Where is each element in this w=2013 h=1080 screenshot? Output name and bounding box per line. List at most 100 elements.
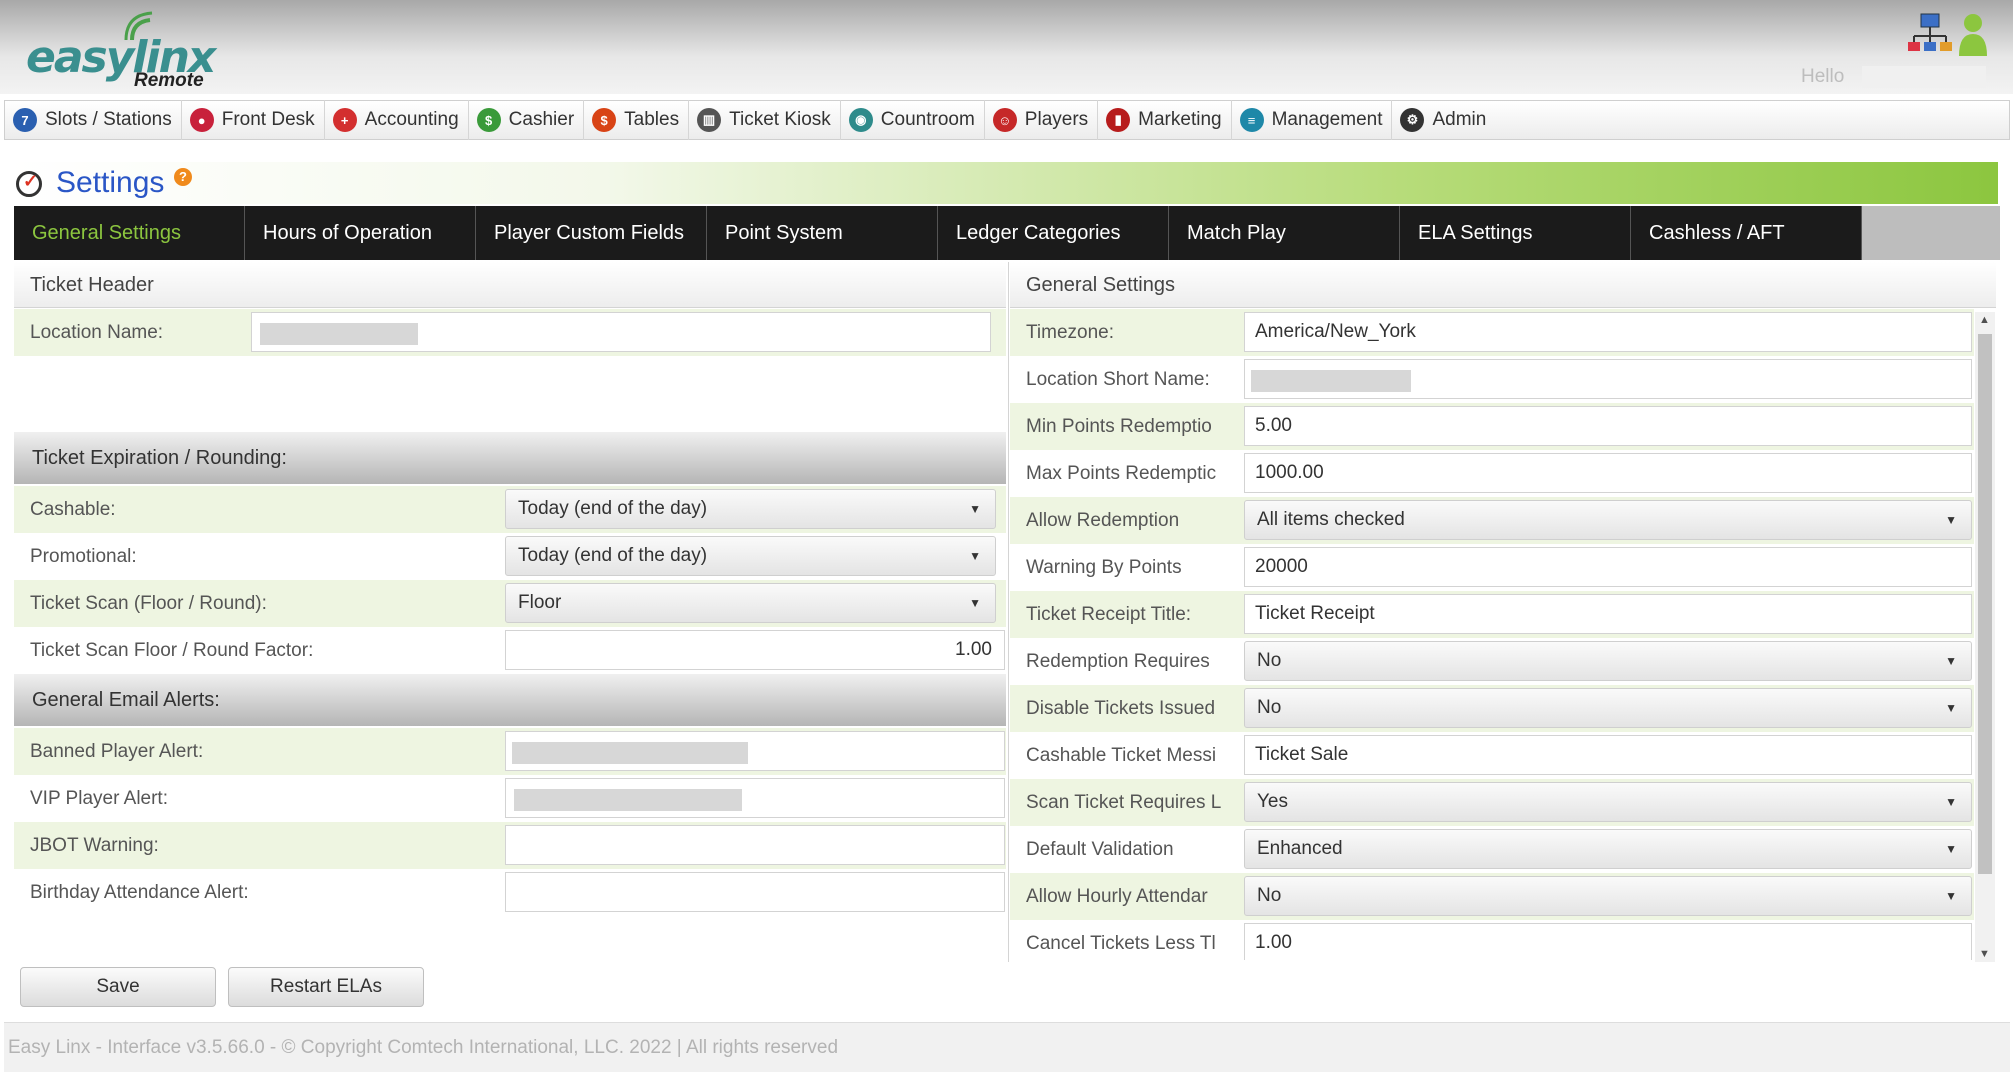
accounting-icon: + — [332, 108, 357, 132]
tab-general-settings[interactable]: General Settings — [14, 206, 245, 260]
redemption-requires-select[interactable]: No ▼ — [1244, 641, 1972, 681]
cashable-message-input[interactable]: Ticket Sale — [1244, 735, 1972, 775]
dropdown-arrow-icon: ▼ — [969, 596, 981, 610]
promotional-select[interactable]: Today (end of the day) ▼ — [505, 536, 996, 576]
dropdown-arrow-icon: ▼ — [1945, 889, 1957, 903]
players-icon: ☺ — [992, 108, 1017, 132]
footer-copyright: Easy Linx - Interface v3.5.66.0 - © Copy… — [4, 1022, 2010, 1072]
redacted-value — [512, 742, 748, 764]
cashable-row: Cashable: Today (end of the day) ▼ — [14, 486, 1006, 533]
dropdown-arrow-icon: ▼ — [1945, 654, 1957, 668]
default-validation-value: Enhanced — [1257, 838, 1343, 859]
tab-ledger-categories[interactable]: Ledger Categories — [938, 206, 1169, 260]
timezone-label: Timezone: — [1026, 322, 1114, 343]
default-validation-label: Default Validation — [1026, 839, 1174, 860]
receipt-title-input[interactable]: Ticket Receipt — [1244, 594, 1972, 634]
nav-label: Front Desk — [221, 109, 315, 130]
allow-redemption-label: Allow Redemption — [1026, 510, 1180, 531]
nav-label: Players — [1024, 109, 1089, 130]
cancel-tickets-label: Cancel Tickets Less Tl — [1026, 933, 1216, 954]
scroll-down-arrow-icon[interactable]: ▼ — [1979, 948, 1990, 960]
tab-player-custom-fields[interactable]: Player Custom Fields — [476, 206, 707, 260]
nav-label: Ticket Kiosk — [729, 109, 831, 130]
tab-match-play[interactable]: Match Play — [1169, 206, 1400, 260]
tabs-filler — [1862, 206, 2000, 260]
cashable-select[interactable]: Today (end of the day) ▼ — [505, 489, 996, 529]
dropdown-arrow-icon: ▼ — [1945, 513, 1957, 527]
timezone-row: Timezone: America/New_York — [1010, 309, 1974, 356]
scroll-up-arrow-icon[interactable]: ▲ — [1979, 314, 1990, 326]
network-icon[interactable] — [1908, 12, 1952, 58]
greeting-text: Hello — [1801, 66, 1845, 87]
hourly-attendance-row: Allow Hourly Attendar No ▼ — [1010, 873, 1974, 920]
location-name-label: Location Name: — [30, 322, 164, 343]
nav-admin[interactable]: ⚙ Admin — [1392, 100, 1495, 140]
birthday-alert-input[interactable] — [505, 872, 1005, 912]
right-panel-scrollbar[interactable]: ▲ ▼ — [1975, 312, 1995, 962]
promotional-value: Today (end of the day) — [518, 545, 708, 566]
banned-player-input[interactable] — [505, 731, 1005, 771]
logo-subtitle: Remote — [134, 70, 204, 91]
nav-label: Admin — [1432, 109, 1487, 130]
warning-points-input[interactable]: 20000 — [1244, 547, 1972, 587]
nav-label: Countroom — [880, 109, 975, 130]
disable-tickets-value: No — [1257, 697, 1282, 718]
help-icon[interactable]: ? — [174, 168, 192, 186]
disable-tickets-select[interactable]: No ▼ — [1244, 688, 1972, 728]
nav-players[interactable]: ☺ Players — [985, 100, 1099, 140]
vip-player-input[interactable] — [505, 778, 1005, 818]
scan-requires-value: Yes — [1257, 791, 1288, 812]
management-icon: ≡ — [1239, 108, 1264, 132]
scan-requires-select[interactable]: Yes ▼ — [1244, 782, 1972, 822]
allow-redemption-select[interactable]: All items checked ▼ — [1244, 500, 1972, 540]
scrollbar-thumb[interactable] — [1978, 334, 1992, 874]
min-points-input[interactable]: 5.00 — [1244, 406, 1972, 446]
tab-ela-settings[interactable]: ELA Settings — [1400, 206, 1631, 260]
nav-countroom[interactable]: ◉ Countroom — [841, 100, 985, 140]
default-validation-row: Default Validation Enhanced ▼ — [1010, 826, 1974, 873]
nav-cashier[interactable]: $ Cashier — [469, 100, 585, 140]
max-points-input[interactable]: 1000.00 — [1244, 453, 1972, 493]
default-validation-select[interactable]: Enhanced ▼ — [1244, 829, 1972, 869]
nav-tables[interactable]: $ Tables — [584, 100, 690, 140]
disable-tickets-row: Disable Tickets Issued No ▼ — [1010, 685, 1974, 732]
banned-player-row: Banned Player Alert: — [14, 728, 1006, 775]
nav-label: Slots / Stations — [45, 109, 172, 130]
nav-slots-stations[interactable]: 7 Slots / Stations — [5, 100, 182, 140]
short-name-input[interactable] — [1244, 359, 1972, 399]
redacted-value — [260, 323, 418, 345]
nav-management[interactable]: ≡ Management — [1232, 100, 1393, 140]
vip-player-row: VIP Player Alert: — [14, 775, 1006, 822]
jbot-warning-input[interactable] — [505, 825, 1005, 865]
cancel-tickets-row: Cancel Tickets Less Tl 1.00 — [1010, 920, 1974, 960]
tab-hours-of-operation[interactable]: Hours of Operation — [245, 206, 476, 260]
nav-front-desk[interactable]: ● Front Desk — [182, 100, 325, 140]
save-button[interactable]: Save — [20, 967, 216, 1007]
nav-accounting[interactable]: + Accounting — [325, 100, 469, 140]
admin-icon: ⚙ — [1400, 108, 1425, 132]
nav-marketing[interactable]: ▮ Marketing — [1098, 100, 1232, 140]
birthday-alert-row: Birthday Attendance Alert: — [14, 869, 1006, 916]
birthday-alert-label: Birthday Attendance Alert: — [30, 882, 249, 903]
tab-cashless-aft[interactable]: Cashless / AFT — [1631, 206, 1862, 260]
ticket-scan-select[interactable]: Floor ▼ — [505, 583, 996, 623]
ticket-expiration-section: Ticket Expiration / Rounding: — [14, 432, 1006, 484]
scan-factor-row: Ticket Scan Floor / Round Factor: 1.00 — [14, 627, 1006, 674]
cancel-tickets-input[interactable]: 1.00 — [1244, 923, 1972, 960]
disable-tickets-label: Disable Tickets Issued — [1026, 698, 1216, 719]
hourly-attendance-select[interactable]: No ▼ — [1244, 876, 1972, 916]
scan-factor-input[interactable]: 1.00 — [505, 630, 1005, 670]
page-title: Settings — [56, 166, 165, 199]
nav-ticket-kiosk[interactable]: ▥ Ticket Kiosk — [689, 100, 841, 140]
nav-label: Cashier — [508, 109, 575, 130]
dropdown-arrow-icon: ▼ — [969, 549, 981, 563]
restart-elas-button[interactable]: Restart ELAs — [228, 967, 424, 1007]
tab-point-system[interactable]: Point System — [707, 206, 938, 260]
receipt-title-row: Ticket Receipt Title: Ticket Receipt — [1010, 591, 1974, 638]
hourly-attendance-label: Allow Hourly Attendar — [1026, 886, 1208, 907]
cashable-message-row: Cashable Ticket Messi Ticket Sale — [1010, 732, 1974, 779]
timezone-input[interactable]: America/New_York — [1244, 312, 1972, 352]
location-name-input[interactable] — [251, 312, 991, 352]
settings-tabs: General Settings Hours of Operation Play… — [14, 206, 1862, 260]
user-icon[interactable] — [1958, 12, 1988, 56]
